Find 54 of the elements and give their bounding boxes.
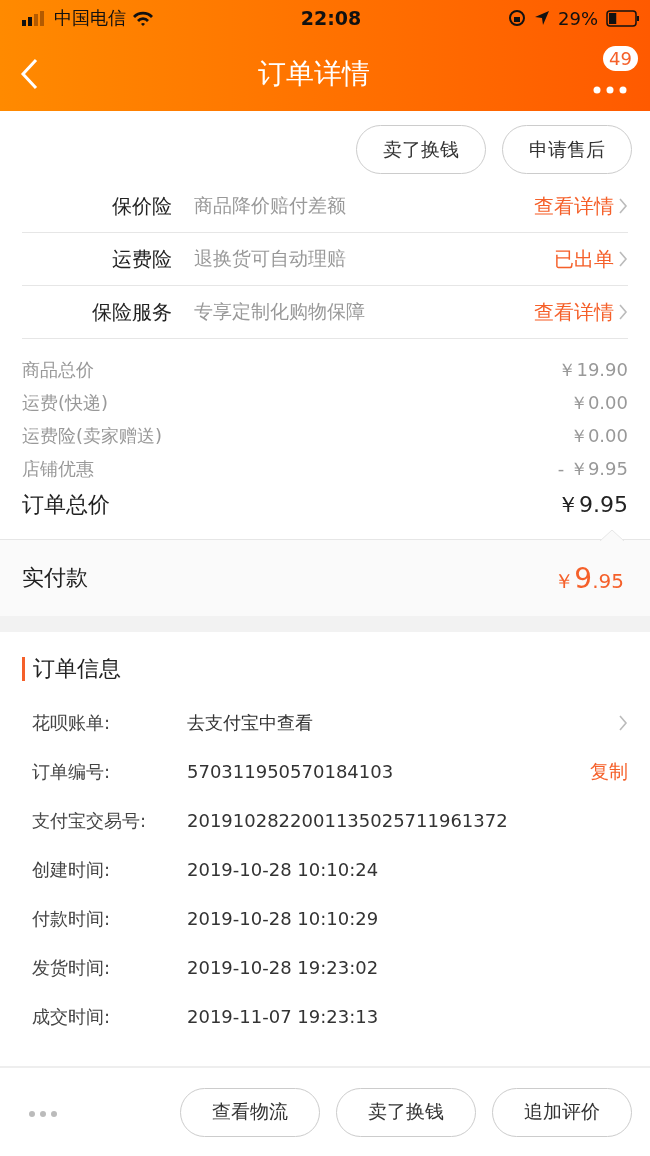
chevron-right-icon	[618, 197, 628, 215]
price-value: ￥19.90	[558, 357, 628, 382]
paid-label: 实付款	[22, 564, 88, 592]
chevron-right-icon	[618, 303, 628, 321]
info-label: 发货时间:	[32, 955, 112, 980]
price-label: 店铺优惠	[22, 456, 94, 481]
total-label: 订单总价	[22, 491, 110, 519]
info-value: 去支付宝中查看	[187, 710, 314, 735]
page-title: 订单详情	[257, 55, 371, 92]
info-label: 付款时间:	[32, 906, 112, 931]
paid-amount: ￥9.95	[554, 561, 624, 595]
more-icon[interactable]	[593, 85, 627, 94]
service-description: 专享定制化购物保障	[193, 299, 366, 324]
info-label: 花呗账单:	[32, 710, 112, 735]
service-label: 保价险	[111, 192, 172, 220]
carrier-name: 中国电信	[54, 6, 126, 30]
info-label: 订单编号:	[32, 759, 112, 784]
action-button[interactable]: 追加评价	[492, 1087, 632, 1137]
info-value: 2019-10-28 10:10:24	[187, 859, 380, 880]
action-button[interactable]: 申请售后	[502, 125, 632, 174]
info-value: 2019-10-28 19:23:02	[187, 957, 380, 978]
info-value: 570311950570184103	[187, 761, 395, 782]
service-label: 保险服务	[91, 298, 172, 326]
battery-icon	[606, 9, 640, 27]
message-badge: 49	[603, 45, 638, 71]
back-icon[interactable]	[20, 57, 38, 90]
battery-percent: 29%	[558, 7, 598, 29]
total-value: ￥9.95	[557, 491, 628, 519]
info-value: 2019-10-28 10:10:29	[187, 908, 380, 929]
status-time: 22:08	[300, 7, 362, 29]
price-value: - ￥9.95	[557, 456, 628, 481]
action-button[interactable]: 卖了换钱	[356, 125, 486, 174]
action-button[interactable]: 卖了换钱	[336, 1087, 476, 1137]
chevron-right-icon	[618, 250, 628, 268]
location-icon	[534, 10, 550, 26]
info-label: 支付宝交易号:	[32, 808, 148, 833]
service-label: 运费险	[111, 245, 172, 273]
info-label: 创建时间:	[32, 857, 112, 882]
service-description: 商品降价赔付差额	[193, 193, 347, 218]
price-label: 运费险(卖家赠送)	[22, 423, 163, 448]
wifi-icon	[132, 10, 154, 26]
price-label: 运费(快递)	[22, 390, 109, 415]
info-value: 2019102822001135025711961372	[187, 810, 509, 831]
price-value: ￥0.00	[569, 423, 628, 448]
chevron-right-icon	[618, 713, 628, 732]
price-label: 商品总价	[22, 357, 94, 382]
price-value: ￥0.00	[569, 390, 628, 415]
rotation-lock-icon	[508, 9, 526, 27]
info-label: 成交时间:	[32, 1004, 112, 1029]
info-value: 2019-11-07 19:23:13	[187, 1006, 380, 1027]
more-icon[interactable]	[28, 1109, 58, 1118]
service-description: 退换货可自动理赔	[193, 246, 347, 271]
section-title: 订单信息	[33, 655, 121, 683]
action-button[interactable]: 查看物流	[180, 1087, 320, 1137]
